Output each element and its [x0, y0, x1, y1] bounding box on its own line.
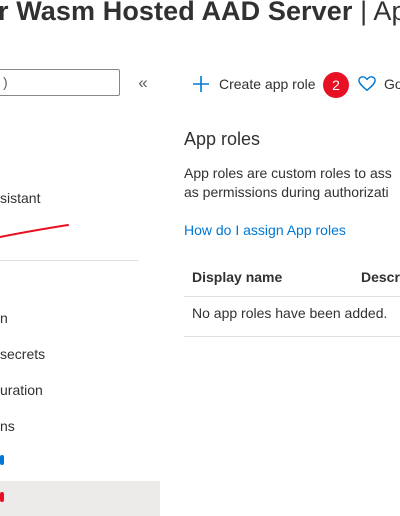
column-header-description[interactable]: Descri — [361, 269, 400, 285]
create-app-role-button[interactable]: Create app role — [191, 72, 316, 96]
empty-message: No app roles have been added. — [192, 305, 388, 321]
create-app-role-label: Create app role — [219, 76, 316, 92]
got-feedback-label: Go — [384, 76, 400, 92]
sidebar-divider — [0, 260, 138, 261]
app-roles-page: r Wasm Hosted AAD Server | App ) « sista… — [0, 0, 400, 516]
app-roles-description: App roles are custom roles to ass as per… — [184, 164, 400, 202]
plus-icon — [193, 76, 209, 92]
app-roles-table-header: Display name Descri — [184, 258, 400, 297]
page-title-section: App — [373, 0, 400, 26]
description-line-2: as permissions during authorizati — [184, 184, 389, 200]
sidebar-item-token-configuration[interactable]: uration — [0, 382, 43, 398]
page-title-app-name: r Wasm Hosted AAD Server — [0, 0, 353, 26]
sidebar-search-input[interactable]: ) — [0, 69, 120, 96]
collapse-sidebar-button[interactable]: « — [136, 73, 150, 93]
sidebar-item-expose-api-fragment[interactable] — [0, 455, 4, 465]
red-annotation-underline — [0, 224, 69, 238]
red-annotation-mark — [0, 492, 4, 502]
table-empty-row: No app roles have been added. — [184, 296, 400, 337]
section-heading: App roles — [184, 129, 261, 149]
sidebar-item-certificates-secrets[interactable]: secrets — [0, 346, 45, 362]
sidebar-item-app-roles-selected[interactable] — [0, 481, 160, 516]
sidebar-item-authentication[interactable]: n — [0, 310, 8, 326]
how-to-assign-app-roles-link[interactable]: How do I assign App roles — [184, 222, 346, 238]
heart-icon — [358, 76, 376, 92]
page-title: r Wasm Hosted AAD Server | App — [0, 0, 400, 27]
description-line-1: App roles are custom roles to ass — [184, 165, 392, 181]
page-title-separator: | — [352, 0, 374, 26]
sidebar-item-api-permissions[interactable]: ns — [0, 418, 15, 434]
column-header-display-name[interactable]: Display name — [192, 269, 282, 285]
sidebar-item-assistant[interactable]: sistant — [0, 190, 40, 206]
got-feedback-button[interactable]: Go — [358, 72, 400, 96]
step-number-badge: 2 — [323, 72, 349, 98]
